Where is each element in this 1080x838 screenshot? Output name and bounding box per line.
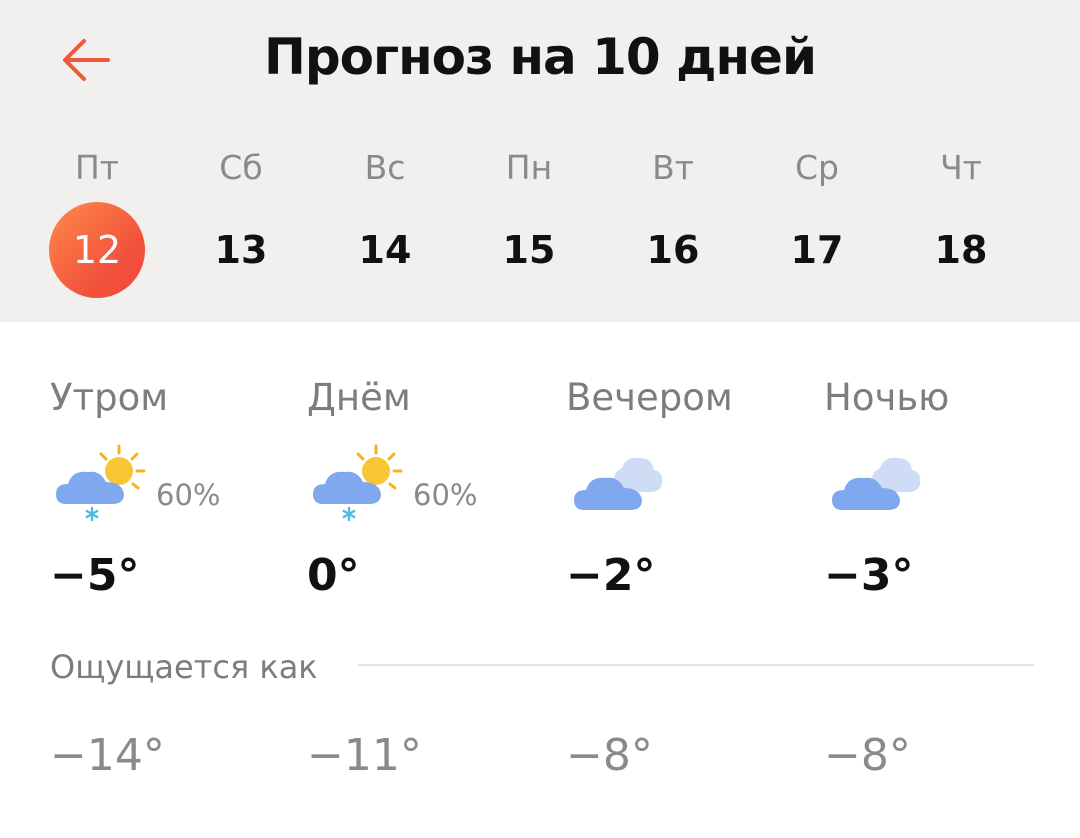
divider [358,664,1034,666]
temperature: −2° [566,550,656,601]
day-item-17[interactable]: Ср 17 [757,140,877,310]
feels-like-temp: −14° [50,730,165,781]
day-item-15[interactable]: Пн 15 [469,140,589,310]
period-label: Утром [50,376,169,419]
page-title: Прогноз на 10 дней [263,28,817,86]
day-of-week: Ср [795,148,839,187]
precip-chance: 60% [413,478,478,512]
partly-cloudy-snow-icon [313,444,403,522]
precip-chance: 60% [156,478,221,512]
day-of-week: Пт [74,148,120,187]
day-number: 17 [790,228,844,272]
feels-like-header: Ощущается как [50,648,1034,688]
day-number: 13 [214,228,268,272]
day-item-18[interactable]: Чт 18 [901,140,1021,310]
day-number: 14 [358,228,412,272]
period-label: Ночью [824,376,950,419]
feels-like-values: −14° −11° −8° −8° [0,730,1080,800]
day-item-13[interactable]: Сб 13 [181,140,301,310]
period-day: Днём 60% 0° [307,370,547,610]
feels-like-label: Ощущается как [50,648,318,686]
cloudy-icon [574,457,663,510]
day-selector: Пт 12 Сб 13 Вс 14 Пн 15 Вт 16 Ср 17 Чт 1… [0,140,1080,310]
feels-like-temp: −11° [307,730,422,781]
day-item-12[interactable]: Пт 12 [37,140,157,310]
day-periods: Утром 60% −5° Днём 60% 0° Вечером −2° Но… [0,370,1080,610]
temperature: −5° [50,550,140,601]
period-label: Днём [307,376,411,419]
day-of-week: Сб [219,148,263,187]
period-morning: Утром 60% −5° [50,370,290,610]
feels-like-temp: −8° [566,730,653,781]
day-of-week: Пн [505,148,553,187]
temperature: −3° [824,550,914,601]
header-panel: Прогноз на 10 дней Пт 12 Сб 13 Вс 14 Пн … [0,0,1080,322]
day-number: 18 [934,228,988,272]
day-number: 15 [502,228,556,272]
day-item-16[interactable]: Вт 16 [613,140,733,310]
temperature: 0° [307,550,360,601]
feels-like-temp: −8° [824,730,911,781]
day-of-week: Вт [652,148,694,187]
period-label: Вечером [566,376,733,419]
day-item-14[interactable]: Вс 14 [325,140,445,310]
date-circle: 12 [49,202,145,298]
day-number: 16 [646,228,700,272]
day-of-week: Чт [940,148,982,187]
period-evening: Вечером −2° [566,370,806,610]
partly-cloudy-snow-icon [56,444,146,522]
period-night: Ночью −3° [824,370,1064,610]
cloudy-icon [832,457,921,510]
day-number: 12 [72,228,122,272]
day-of-week: Вс [364,148,406,187]
